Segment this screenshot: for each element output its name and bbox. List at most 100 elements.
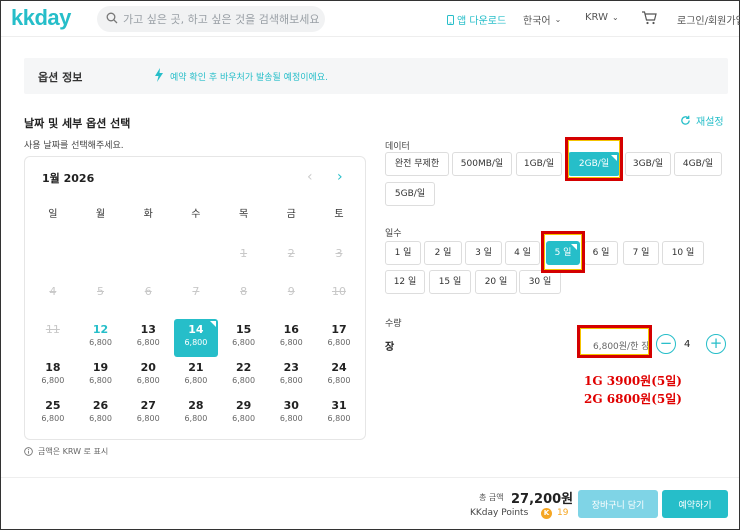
calendar-day: 5 [77, 281, 125, 319]
data-option-chip[interactable]: 4GB/일 [674, 152, 722, 176]
weekday-header: 일 [48, 209, 58, 220]
lightning-icon [155, 68, 163, 82]
currency-select[interactable]: KRW ⌄ [585, 12, 619, 23]
days-option-chip[interactable]: 7 일 [623, 241, 659, 265]
calendar-day[interactable]: 20 6,800 [124, 357, 172, 395]
calendar-day[interactable]: 18 6,800 [29, 357, 77, 395]
chevron-left-icon[interactable]: ‹ [307, 169, 313, 185]
day-number: 31 [331, 399, 347, 412]
day-number: 29 [235, 399, 252, 412]
calendar-day[interactable]: 31 6,800 [315, 395, 363, 433]
days-option-chip[interactable]: 4 일 [505, 241, 540, 265]
weekday-header: 월 [95, 209, 106, 220]
app-download-link[interactable]: 앱 다운로드 [447, 12, 506, 27]
calendar-day-selected[interactable]: 14 6,800 [174, 319, 218, 357]
days-option-chip[interactable]: 2 일 [424, 241, 462, 265]
data-option-chip[interactable]: 1GB/일 [516, 152, 562, 176]
days-option-chip[interactable]: 1 일 [385, 241, 421, 265]
add-to-cart-button[interactable]: 장바구니 담기 [578, 490, 658, 518]
calendar-day[interactable]: 12 6,800 [77, 319, 125, 357]
annotation-line-2: 2G 6800원(5일) [584, 392, 682, 406]
calendar-day: 2 [267, 243, 315, 281]
day-price: 6,800 [184, 414, 208, 423]
kkday-logo[interactable]: kkday [11, 5, 71, 31]
search-input[interactable] [123, 10, 319, 28]
day-number: 15 [235, 323, 252, 336]
day-number: 10 [331, 285, 346, 298]
quantity-plus-button[interactable]: + [706, 334, 726, 354]
calendar-day[interactable]: 24 6,800 [315, 357, 363, 395]
app-download-label: 앱 다운로드 [457, 16, 507, 27]
book-now-button[interactable]: 예약하기 [662, 490, 728, 518]
calendar-day[interactable]: 25 6,800 [29, 395, 77, 433]
day-number: 22 [235, 361, 252, 374]
calendar-day: 4 [29, 281, 77, 319]
cart-icon[interactable] [641, 10, 657, 30]
chevron-right-icon[interactable]: › [337, 169, 343, 185]
data-option-chip[interactable]: 완전 무제한 [385, 152, 449, 176]
calendar-day[interactable]: 15 6,800 [220, 319, 268, 357]
annotation-line-1: 1G 3900원(5일) [584, 374, 682, 388]
day-number: 12 [92, 323, 109, 336]
days-option-chip[interactable]: 20 일 [475, 270, 517, 294]
day-price: 6,800 [136, 414, 160, 423]
reset-button[interactable]: 재설정 [680, 113, 724, 128]
calendar-day[interactable]: 29 6,800 [220, 395, 268, 433]
calendar-day[interactable]: 22 6,800 [220, 357, 268, 395]
days-option-chip[interactable]: 6 일 [584, 241, 618, 265]
calendar-day[interactable]: 13 6,800 [124, 319, 172, 357]
day-number: 13 [140, 323, 156, 336]
days-option-chip[interactable]: 30 일 [519, 270, 561, 294]
day-number: 19 [92, 361, 109, 374]
highlight-box-data [565, 137, 623, 181]
calendar-day[interactable]: 21 6,800 [172, 357, 220, 395]
search-icon [106, 12, 118, 24]
calendar-day[interactable]: 27 6,800 [124, 395, 172, 433]
day-number: 9 [287, 285, 295, 298]
highlight-box-price [577, 325, 652, 358]
quantity-label: 수량 [385, 319, 402, 329]
language-select[interactable]: 한국어 ⌄ [523, 12, 561, 27]
total-label: 총 금액 [479, 493, 504, 502]
calendar-day[interactable]: 17 6,800 [315, 319, 363, 357]
calendar-day[interactable]: 28 6,800 [172, 395, 220, 433]
day-number: 24 [331, 361, 347, 374]
login-signup-link[interactable]: 로그인/회원가입 [677, 12, 740, 27]
data-option-chip[interactable]: 500MB/일 [452, 152, 512, 176]
day-number: 20 [140, 361, 156, 374]
calendar-day[interactable]: 19 6,800 [77, 357, 125, 395]
refresh-icon [681, 115, 690, 125]
days-option-chip[interactable]: 3 일 [465, 241, 502, 265]
top-header: kkday 앱 다운로드 한국어 ⌄ KRW ⌄ 로그인/회원가입 [1, 1, 740, 37]
day-price: 6,800 [232, 414, 256, 423]
day-number: 4 [49, 285, 57, 298]
days-option-chip[interactable]: 15 일 [429, 270, 471, 294]
calendar-empty-cell [77, 243, 125, 281]
calendar-day[interactable]: 30 6,800 [267, 395, 315, 433]
total-amount: 27,200원 [511, 492, 574, 507]
day-number: 17 [331, 323, 347, 336]
day-number: 28 [188, 399, 204, 412]
day-number: 8 [240, 285, 248, 298]
day-price: 6,800 [327, 376, 351, 385]
data-option-chip[interactable]: 5GB/일 [385, 182, 435, 206]
quantity-minus-button[interactable]: − [656, 334, 676, 354]
day-number: 25 [45, 399, 61, 412]
day-price: 6,800 [279, 376, 303, 385]
data-option-chip[interactable]: 3GB/일 [625, 152, 671, 176]
weekday-header: 토 [334, 209, 344, 220]
data-option-label: 데이터 [385, 142, 410, 152]
weekday-header: 수 [191, 209, 201, 220]
calendar-day[interactable]: 23 6,800 [267, 357, 315, 395]
days-option-chip[interactable]: 12 일 [385, 270, 425, 294]
search-bar[interactable] [97, 6, 325, 32]
day-price: 6,800 [184, 376, 208, 385]
calendar-day[interactable]: 26 6,800 [77, 395, 125, 433]
day-price: 6,800 [184, 338, 208, 347]
points-label: KKday Points [470, 508, 529, 518]
points-value: 19 [557, 508, 569, 518]
calendar-day[interactable]: 16 6,800 [267, 319, 315, 357]
days-option-chip[interactable]: 10 일 [662, 241, 704, 265]
reset-label: 재설정 [696, 117, 724, 128]
day-price: 6,800 [279, 338, 303, 347]
